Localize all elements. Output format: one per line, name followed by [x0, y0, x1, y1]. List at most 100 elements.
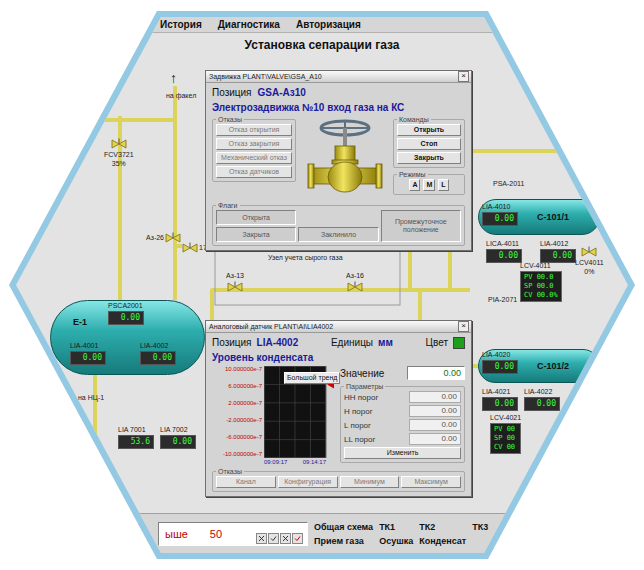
tool-icon[interactable]	[292, 533, 303, 544]
fault-button[interactable]: Минимум	[340, 476, 400, 488]
position-label: Позиция	[212, 86, 252, 99]
param-field[interactable]: 0.00	[409, 391, 461, 403]
mode-button[interactable]: L	[438, 179, 448, 191]
dialog-title-bar[interactable]: Аналоговый датчик PLANT\AI\LIA4002 ×	[206, 321, 471, 333]
tool-icon[interactable]	[256, 533, 267, 544]
value-field: 0.00	[407, 366, 465, 380]
fault-button[interactable]: Механический отказ	[216, 152, 292, 164]
instrument-value: 0.00	[108, 311, 144, 325]
close-button[interactable]: ×	[458, 71, 469, 82]
valve-icon[interactable]	[182, 242, 198, 254]
valve[interactable]: FCV372135%	[104, 138, 134, 168]
position-value: LIA-4002	[257, 336, 299, 349]
nav-item[interactable]: Общая схема	[314, 521, 373, 533]
fault-button[interactable]: Канал	[216, 476, 276, 488]
close-button[interactable]: ×	[458, 321, 469, 332]
page: ИсторияДиагностикаАвторизацияУстановка с…	[0, 0, 644, 570]
instrument[interactable]: LIA 700153.6	[118, 426, 154, 449]
big-trend-button[interactable]: Большой тренд	[284, 372, 340, 384]
instrument[interactable]: LIA-40210.00	[482, 388, 518, 411]
valve[interactable]: LCV40110%	[575, 246, 604, 276]
color-label: Цвет	[426, 336, 448, 349]
menu-bar: История Диагностика Авторизация	[0, 17, 644, 33]
command-button[interactable]: Открыть	[397, 124, 461, 136]
menu-item[interactable]: Авторизация	[296, 19, 361, 30]
dialog-title: Аналоговый датчик PLANT\AI\LIA4002	[209, 323, 333, 330]
nav-item[interactable]: ТК1	[379, 521, 413, 533]
fault-button[interactable]: Конфигурация	[278, 476, 338, 488]
controller[interactable]: LCV-4011PV 00.0SP 00.0CV 00.0%	[520, 262, 562, 302]
y-tick: 6.000000e-7	[228, 383, 262, 390]
nav-item[interactable]: ТК3	[472, 521, 488, 533]
instrument-value: 0.00	[70, 351, 106, 365]
analog-dialog[interactable]: Аналоговый датчик PLANT\AI\LIA4002 × Позиц…	[205, 320, 472, 497]
tool-icon[interactable]	[268, 533, 279, 544]
param-field[interactable]: 0.00	[409, 405, 461, 417]
diagram-label: PSA-2011	[493, 180, 524, 188]
scada-screen: ИсторияДиагностикаАвторизацияУстановка с…	[0, 0, 644, 570]
command-button[interactable]: Стоп	[397, 138, 461, 150]
position-value: GSA-Аз10	[258, 86, 306, 99]
valve[interactable]: 17	[182, 242, 207, 254]
instrument[interactable]: LIA-40010.00	[70, 342, 106, 365]
diagram-label: Узел учета сырого газа	[268, 254, 343, 262]
position-label: Позиция	[212, 336, 252, 349]
diagram-label: на НЦ-1	[78, 394, 104, 402]
valve-icon[interactable]	[111, 138, 127, 150]
valve[interactable]: Аз-16	[346, 272, 364, 293]
y-tick: -2.000000e-7	[226, 417, 262, 424]
screen-navigation: Общая схема ТК1 ТК2 ТК3 Прием газа Осушка Конд…	[314, 521, 488, 547]
change-button[interactable]: Изменить	[344, 447, 461, 459]
instrument[interactable]: LIA-40020.00	[140, 342, 176, 365]
param-row: HH порог0.00	[344, 391, 461, 403]
faults-group: ОтказыКаналКонфигурацияМинимумМаксимум	[212, 468, 465, 492]
instrument-value: 0.00	[482, 397, 518, 411]
param-row: LL порог0.00	[344, 433, 461, 445]
flag-indicator: Закрыта	[216, 227, 296, 242]
instrument[interactable]: LICA-40110.00	[486, 240, 522, 263]
nav-item[interactable]: Прием газа	[314, 535, 373, 547]
commands-group: КомандыОткрытьСтопЗакрыть	[393, 116, 465, 168]
param-field[interactable]: 0.00	[409, 433, 461, 445]
sensor-description: Уровень конденсата	[212, 351, 465, 364]
valve[interactable]: Аз-13	[226, 272, 244, 293]
nav-item[interactable]: ТК2	[419, 521, 466, 533]
menu-item[interactable]: История	[160, 19, 202, 30]
mode-button[interactable]: A	[409, 179, 420, 191]
instrument[interactable]: LIA 70020.00	[160, 426, 196, 449]
y-tick: 2.000000e-7	[228, 400, 262, 407]
nav-item[interactable]: Конденсат	[419, 535, 466, 547]
dialog-title-bar[interactable]: Задвижка PLANT\VALVE\GSA_A10 ×	[206, 71, 471, 83]
valve-icon[interactable]	[227, 281, 243, 293]
valve-dialog[interactable]: Задвижка PLANT\VALVE\GSA_A10 × Позиция GSA-…	[205, 70, 472, 251]
valve-icon[interactable]	[165, 232, 181, 244]
valve[interactable]: Аз-26	[146, 232, 181, 244]
color-swatch[interactable]	[453, 337, 465, 349]
controller[interactable]: LCV-4021PV 00SP 00CV 00	[490, 414, 521, 454]
instrument-value: 0.00	[482, 360, 518, 374]
instrument-value: 0.00	[540, 249, 576, 263]
tool-icon[interactable]	[280, 533, 291, 544]
fault-button[interactable]: Отказ датчиков	[216, 166, 292, 178]
valve-icon[interactable]	[581, 246, 597, 258]
params-group: ПараметрыHH порог0.00H порог0.00L порог0…	[340, 383, 465, 463]
fault-button[interactable]: Отказ закрытия	[216, 138, 292, 150]
instrument[interactable]: LIA-40120.00	[540, 240, 576, 263]
trend-area: 10.000000e-76.000000e-72.000000e-7-2.000…	[212, 366, 334, 466]
menu-item[interactable]: Диагностика	[218, 19, 280, 30]
valve-icon[interactable]	[347, 281, 363, 293]
units-label: Единицы	[331, 336, 373, 349]
param-field[interactable]: 0.00	[409, 419, 461, 431]
command-button[interactable]: Закрыть	[397, 152, 461, 164]
instrument[interactable]: LIA-40100.00	[482, 203, 518, 226]
instrument[interactable]: LIA-40220.00	[524, 388, 560, 411]
dialog-title: Задвижка PLANT\VALVE\GSA_A10	[209, 73, 322, 80]
fault-button[interactable]: Отказ открытия	[216, 124, 292, 136]
mode-button[interactable]: M	[423, 179, 435, 191]
fault-button[interactable]: Максимум	[401, 476, 461, 488]
instrument-value: 0.00	[482, 212, 518, 226]
nav-item[interactable]: Осушка	[379, 535, 413, 547]
alarm-field[interactable]: ыше50	[158, 522, 308, 546]
instrument[interactable]: PSCA20010.00	[108, 302, 144, 325]
instrument[interactable]: LIA-40200.00	[482, 351, 518, 374]
